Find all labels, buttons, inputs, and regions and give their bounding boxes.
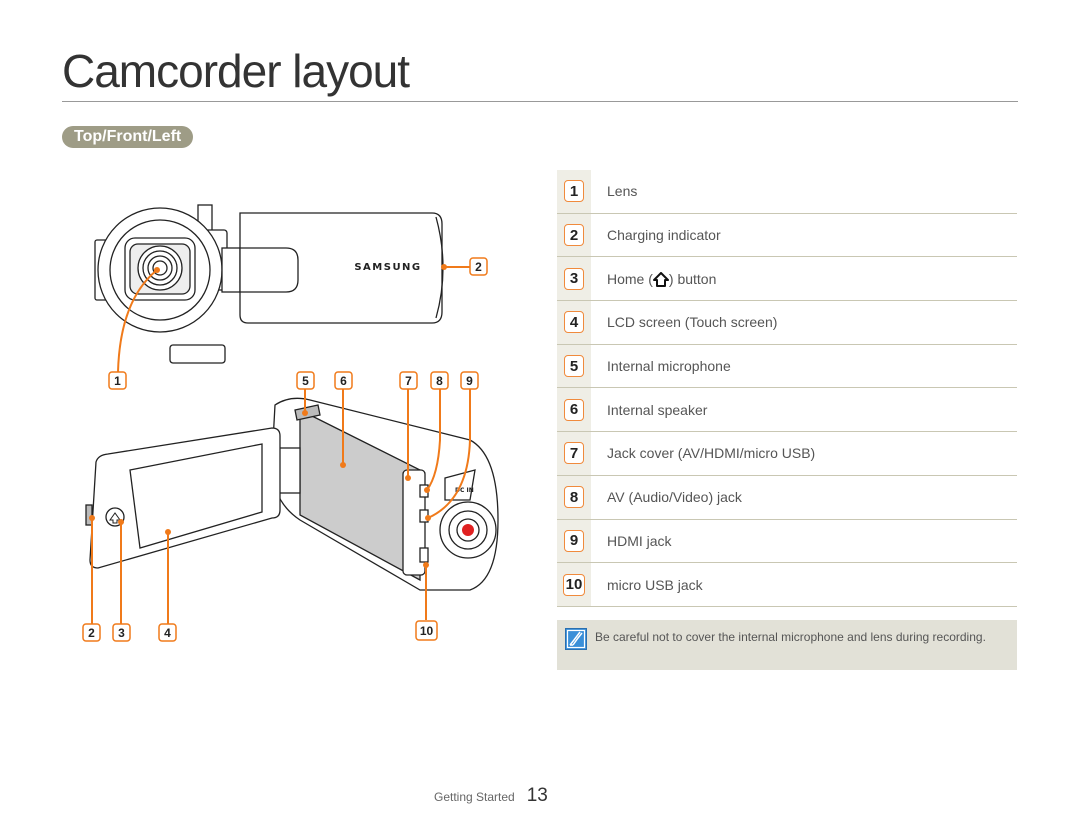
- svg-text:10: 10: [420, 624, 434, 638]
- brand-logo: SAMSUNG: [354, 262, 421, 273]
- svg-text:8: 8: [436, 374, 443, 388]
- item-number-badge: 3: [564, 267, 584, 290]
- item-label: Charging indicator: [607, 227, 721, 244]
- list-item: 2 Charging indicator: [557, 213, 1017, 258]
- svg-text:3: 3: [118, 626, 125, 640]
- item-label: Internal speaker: [607, 401, 708, 418]
- callout-7: 7: [399, 371, 418, 390]
- list-item: 7 Jack cover (AV/HDMI/micro USB): [557, 432, 1017, 476]
- svg-text:1: 1: [114, 374, 121, 388]
- item-number-badge: 1: [564, 180, 584, 203]
- callout-5: 5: [296, 371, 315, 390]
- svg-text:7: 7: [405, 374, 412, 388]
- callout-9: 9: [460, 371, 479, 390]
- item-label-after: ) button: [668, 270, 717, 287]
- callout-3: 3: [112, 623, 131, 642]
- svg-text:4: 4: [164, 626, 171, 640]
- record-button: [462, 524, 474, 536]
- page-number: 13: [526, 785, 548, 806]
- page-footer: Getting Started 13: [434, 785, 548, 807]
- item-label-before: Home (: [607, 270, 653, 287]
- home-icon: [652, 271, 669, 287]
- camcorder-front-view: [94, 204, 444, 364]
- svg-text:9: 9: [466, 374, 473, 388]
- item-label: HDMI jack: [607, 532, 672, 549]
- list-item: 8 AV (Audio/Video) jack: [557, 475, 1017, 520]
- camcorder-open-view: [85, 397, 499, 591]
- item-label: Home ( ) button: [607, 271, 716, 287]
- footer-section: Getting Started: [434, 790, 515, 804]
- list-item: 10 micro USB jack: [557, 563, 1017, 607]
- callout-6: 6: [334, 371, 353, 390]
- item-number-badge: 4: [564, 311, 584, 334]
- list-item: 1 Lens: [557, 170, 1017, 214]
- callout-2-top: 2: [469, 257, 488, 276]
- callout-10: 10: [415, 620, 438, 641]
- svg-text:6: 6: [340, 374, 347, 388]
- list-item: 4 LCD screen (Touch screen): [557, 301, 1017, 345]
- list-item: 6 Internal speaker: [557, 388, 1017, 433]
- item-number-badge: 9: [564, 529, 584, 552]
- note-pencil-icon: [565, 628, 587, 650]
- callout-4: 4: [158, 623, 177, 642]
- parts-list: 1 Lens 2 Charging indicator 3 Home ( ) bu…: [557, 170, 1017, 607]
- item-label: Lens: [607, 183, 638, 200]
- callout-1-top: 1: [108, 371, 127, 390]
- section-label: Top/Front/Left: [62, 126, 194, 148]
- item-number-badge: 10: [562, 573, 586, 596]
- svg-text:2: 2: [475, 260, 482, 274]
- page-title: Camcorder layout: [62, 45, 410, 97]
- item-number-badge: 2: [564, 224, 584, 247]
- list-item: 9 HDMI jack: [557, 519, 1017, 564]
- list-item: 3 Home ( ) button: [557, 257, 1017, 302]
- title-divider: [62, 101, 1018, 102]
- item-label: AV (Audio/Video) jack: [607, 489, 742, 506]
- callout-2-bottom: 2: [82, 623, 101, 642]
- note-text: Be careful not to cover the internal mic…: [595, 630, 986, 644]
- item-label: Jack cover (AV/HDMI/micro USB): [607, 445, 816, 462]
- item-label: LCD screen (Touch screen): [607, 314, 778, 331]
- camcorder-diagram: SAMSUNG DC IN 1 2 5 6 7 8 9 2 3 4 10: [82, 204, 499, 642]
- item-number-badge: 8: [564, 486, 584, 509]
- item-number-badge: 6: [564, 398, 584, 421]
- list-item: 5 Internal microphone: [557, 344, 1017, 389]
- note-box: Be careful not to cover the internal mic…: [557, 620, 1017, 670]
- svg-text:5: 5: [302, 374, 309, 388]
- item-number-badge: 7: [564, 442, 584, 465]
- svg-text:2: 2: [88, 626, 95, 640]
- item-number-badge: 5: [564, 355, 584, 378]
- callout-8: 8: [430, 371, 449, 390]
- item-label: Internal microphone: [607, 358, 731, 375]
- item-label: micro USB jack: [607, 576, 703, 593]
